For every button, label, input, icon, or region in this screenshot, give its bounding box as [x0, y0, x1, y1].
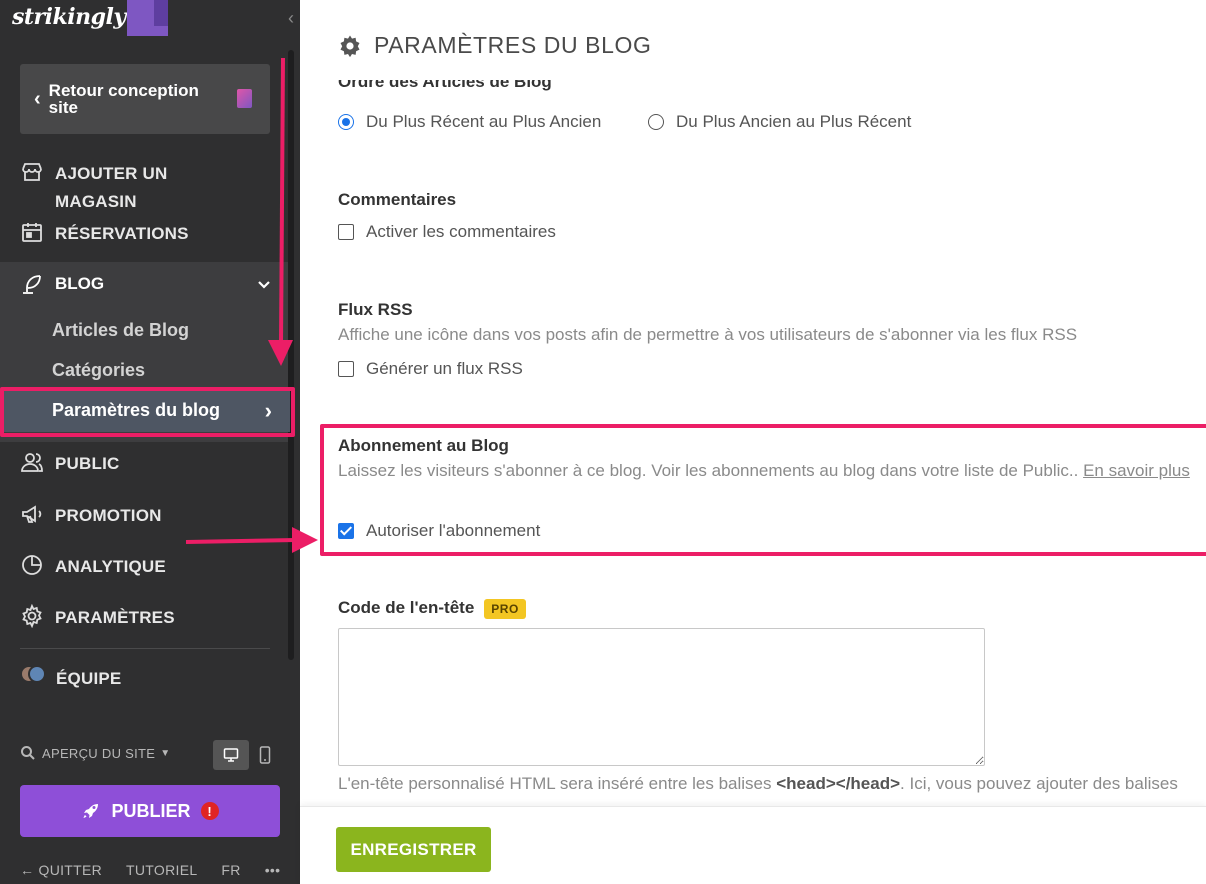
sidebar-item-reservations[interactable]: RÉSERVATIONS [20, 220, 189, 248]
sidebar-item-promotion[interactable]: PROMOTION [20, 502, 162, 530]
document-icon [237, 89, 252, 108]
comments-checkbox[interactable]: Activer les commentaires [338, 222, 556, 242]
calendar-icon [22, 223, 42, 242]
store-icon [22, 163, 42, 181]
mobile-preview-toggle[interactable] [255, 740, 275, 770]
tutorial-link[interactable]: TUTORIEL [126, 862, 197, 878]
help-tag: <head></head> [776, 774, 901, 793]
desktop-icon [223, 748, 239, 762]
sidebar-item-public[interactable]: PUBLIC [20, 450, 119, 478]
feather-icon [23, 275, 41, 294]
order-title: Ordre des Articles de Blog [338, 80, 552, 91]
gear-icon [340, 35, 360, 57]
sidebar-divider [20, 648, 270, 649]
radio-selected[interactable] [338, 114, 354, 130]
mobile-icon [259, 746, 271, 764]
help-after: . Ici, vous pouvez ajouter des balises [900, 774, 1178, 793]
checkbox-unchecked[interactable] [338, 224, 354, 240]
megaphone-icon [22, 505, 42, 523]
sidebar-item-blog-label: BLOG [55, 274, 105, 293]
sidebar-subitem-categories[interactable]: Catégories [52, 360, 145, 381]
subscription-checkbox-label: Autoriser l'abonnement [366, 521, 541, 540]
caret-down-icon: ▼ [160, 747, 171, 759]
sidebar-item-settings-label: PARAMÈTRES [55, 608, 175, 627]
collapse-sidebar-icon[interactable]: ‹ [288, 8, 294, 29]
quit-link[interactable]: ← QUITTER [20, 862, 102, 878]
chevron-down-icon[interactable] [256, 276, 272, 292]
gear-icon [22, 604, 42, 628]
brand-mark [127, 0, 168, 36]
sidebar-scrollbar[interactable] [288, 50, 294, 660]
sidebar-item-reservations-label: RÉSERVATIONS [55, 224, 189, 243]
comments-title: Commentaires [338, 190, 457, 209]
brand-logo[interactable]: strikingly [12, 4, 126, 30]
publish-label: PUBLIER [111, 800, 191, 821]
page-title-text: PARAMÈTRES DU BLOG [374, 32, 652, 58]
chevron-left-icon: ‹ [34, 87, 41, 110]
search-icon [21, 746, 35, 760]
checkbox-unchecked[interactable] [338, 361, 354, 377]
sidebar-item-analytics-label: ANALYTIQUE [55, 557, 166, 576]
order-oldest-label: Du Plus Ancien au Plus Récent [676, 112, 912, 131]
order-title-clip: Ordre des Articles de Blog [300, 80, 1206, 102]
main-content: PARAMÈTRES DU BLOG Ordre des Articles de… [300, 0, 1206, 884]
subscription-checkbox[interactable]: Autoriser l'abonnement [338, 521, 540, 541]
header-code-textarea[interactable] [338, 628, 985, 766]
sidebar-item-promotion-label: PROMOTION [55, 506, 162, 525]
sidebar-footer: ← QUITTER TUTORIEL FR ••• [20, 862, 290, 878]
sidebar-item-store[interactable]: AJOUTER UN MAGASIN [20, 160, 205, 216]
language-selector[interactable]: FR [221, 862, 240, 878]
save-bar: ENREGISTRER [300, 806, 1206, 884]
publish-alert-badge: ! [200, 802, 219, 820]
pie-chart-icon [22, 555, 42, 575]
header-code-title-text: Code de l'en-tête [338, 598, 475, 617]
logo-row: strikingly ‹ [0, 0, 300, 36]
desktop-preview-toggle[interactable] [213, 740, 249, 770]
subscription-description-text: Laissez les visiteurs s'abonner à ce blo… [338, 461, 1084, 480]
rss-description: Affiche une icône dans vos posts afin de… [338, 325, 1078, 344]
header-code-title: Code de l'en-tête PRO [338, 598, 526, 619]
back-to-site-design-button[interactable]: ‹ Retour conception site [20, 64, 270, 134]
sidebar-item-blog[interactable]: BLOG [20, 272, 104, 296]
pro-badge: PRO [484, 598, 526, 619]
sidebar-item-team[interactable]: ÉQUIPE [20, 665, 121, 693]
site-preview-label: APERÇU DU SITE [42, 745, 156, 761]
order-newest-radio[interactable]: Du Plus Récent au Plus Ancien [338, 112, 601, 132]
help-before: L'en-tête personnalisé HTML sera inséré … [338, 774, 777, 793]
highlight-box-sidebar [0, 387, 295, 437]
sidebar: strikingly ‹ ‹ Retour conception site AJ… [0, 0, 300, 884]
rss-checkbox-label: Générer un flux RSS [366, 359, 523, 378]
order-oldest-radio[interactable]: Du Plus Ancien au Plus Récent [648, 112, 911, 132]
comments-checkbox-label: Activer les commentaires [366, 222, 556, 241]
subscription-description: Laissez les visiteurs s'abonner à ce blo… [338, 458, 1206, 484]
checkbox-checked[interactable] [338, 523, 354, 539]
rss-checkbox[interactable]: Générer un flux RSS [338, 359, 523, 379]
radio-unselected[interactable] [648, 114, 664, 130]
back-button-label: Retour conception site [48, 81, 199, 117]
order-newest-label: Du Plus Récent au Plus Ancien [366, 112, 602, 131]
people-icon [21, 453, 43, 472]
publish-button[interactable]: PUBLIER ! [20, 785, 280, 837]
site-preview-dropdown[interactable]: APERÇU DU SITE ▼ [20, 745, 170, 761]
team-avatars-icon [20, 665, 46, 685]
quit-label: QUITTER [38, 862, 103, 878]
header-code-help: L'en-tête personnalisé HTML sera inséré … [338, 774, 1206, 794]
sidebar-subitem-articles[interactable]: Articles de Blog [52, 320, 189, 341]
sidebar-item-team-label: ÉQUIPE [56, 669, 122, 688]
sidebar-item-analytics[interactable]: ANALYTIQUE [20, 553, 166, 581]
sidebar-item-settings[interactable]: PARAMÈTRES [20, 604, 175, 632]
subscription-title: Abonnement au Blog [338, 436, 509, 455]
sidebar-item-store-label: AJOUTER UN MAGASIN [55, 164, 168, 211]
rss-title: Flux RSS [338, 300, 413, 319]
more-menu-icon[interactable]: ••• [265, 862, 281, 878]
page-title: PARAMÈTRES DU BLOG [338, 32, 651, 59]
sidebar-item-public-label: PUBLIC [55, 454, 120, 473]
learn-more-link[interactable]: En savoir plus [1083, 461, 1190, 480]
save-button[interactable]: ENREGISTRER [336, 827, 491, 872]
rocket-icon [83, 804, 99, 818]
